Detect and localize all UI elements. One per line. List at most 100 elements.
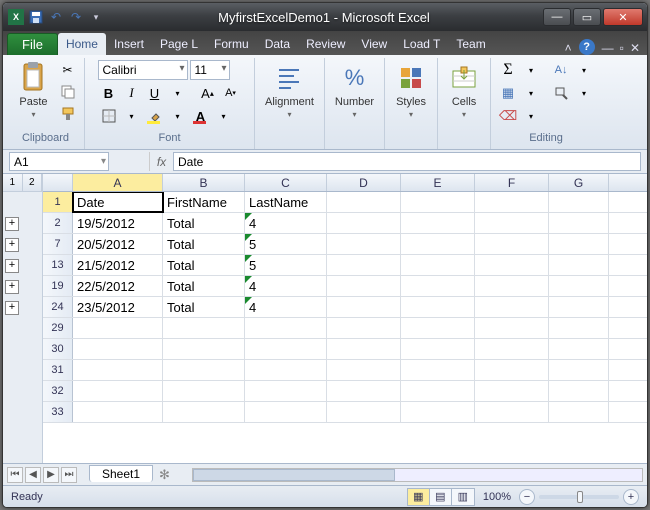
qat-dropdown-icon[interactable]: ▾ xyxy=(87,8,105,26)
fill-dropdown-icon[interactable]: ▾ xyxy=(520,83,542,103)
sort-dropdown-icon[interactable]: ▾ xyxy=(573,60,595,80)
col-header-B[interactable]: B xyxy=(163,174,245,191)
outline-expand-icon[interactable]: + xyxy=(5,259,19,273)
cell[interactable]: Date xyxy=(73,192,163,212)
file-tab[interactable]: File xyxy=(7,33,58,55)
row-header[interactable]: 33 xyxy=(43,402,73,422)
borders-dropdown-icon[interactable]: ▾ xyxy=(121,106,143,126)
cell[interactable]: 4 xyxy=(245,213,327,233)
cell[interactable] xyxy=(327,297,401,317)
row-header[interactable]: 31 xyxy=(43,360,73,380)
fill-color-icon[interactable] xyxy=(144,106,166,126)
tab-review[interactable]: Review xyxy=(298,33,353,55)
cell[interactable] xyxy=(549,234,609,254)
cell[interactable] xyxy=(475,192,549,212)
cell[interactable] xyxy=(73,339,163,359)
find-dropdown-icon[interactable]: ▾ xyxy=(573,83,595,103)
cell[interactable] xyxy=(475,318,549,338)
cells-button[interactable]: Cells ▾ xyxy=(444,60,484,121)
grow-font-icon[interactable]: A▴ xyxy=(197,83,219,103)
page-layout-view-icon[interactable]: ▤ xyxy=(430,489,452,505)
cell[interactable] xyxy=(327,213,401,233)
font-size-combo[interactable]: 11 xyxy=(190,60,230,80)
find-select-icon[interactable] xyxy=(550,83,572,103)
clear-icon[interactable]: ⌫ xyxy=(497,106,519,126)
cell[interactable]: 22/5/2012 xyxy=(73,276,163,296)
cell[interactable] xyxy=(475,234,549,254)
cell[interactable] xyxy=(401,318,475,338)
cell[interactable] xyxy=(327,234,401,254)
col-header-A[interactable]: A xyxy=(73,174,163,191)
italic-button[interactable]: I xyxy=(121,83,143,103)
select-all-corner[interactable] xyxy=(43,174,73,191)
tab-home[interactable]: Home xyxy=(58,33,106,55)
zoom-out-button[interactable]: − xyxy=(519,489,535,505)
underline-dropdown-icon[interactable]: ▾ xyxy=(167,83,189,103)
sheet-nav-next-icon[interactable]: ▶ xyxy=(43,467,59,483)
cell[interactable] xyxy=(245,402,327,422)
alignment-button[interactable]: Alignment ▾ xyxy=(261,60,318,121)
cell[interactable] xyxy=(401,381,475,401)
font-name-combo[interactable]: Calibri xyxy=(98,60,188,80)
new-sheet-icon[interactable]: ✻ xyxy=(159,467,170,483)
mdi-close-icon[interactable]: ✕ xyxy=(627,41,643,55)
cell[interactable] xyxy=(475,360,549,380)
cell[interactable]: Total xyxy=(163,234,245,254)
normal-view-icon[interactable]: ▦ xyxy=(408,489,430,505)
undo-icon[interactable]: ↶ xyxy=(47,8,65,26)
fx-icon[interactable]: fx xyxy=(149,152,173,171)
number-button[interactable]: % Number ▾ xyxy=(331,60,378,121)
borders-icon[interactable] xyxy=(98,106,120,126)
cell[interactable]: Total xyxy=(163,297,245,317)
zoom-in-button[interactable]: + xyxy=(623,489,639,505)
zoom-slider[interactable] xyxy=(539,495,619,499)
row-header[interactable]: 13 xyxy=(43,255,73,275)
mdi-restore-icon[interactable]: ▫ xyxy=(617,41,627,55)
cell[interactable] xyxy=(549,255,609,275)
cell[interactable]: FirstName xyxy=(163,192,245,212)
cell[interactable] xyxy=(401,255,475,275)
outline-level-1[interactable]: 1 xyxy=(3,174,23,191)
formula-input[interactable]: Date xyxy=(173,152,641,171)
cell[interactable] xyxy=(401,192,475,212)
copy-icon[interactable] xyxy=(58,82,78,102)
cell[interactable] xyxy=(401,234,475,254)
cell[interactable] xyxy=(549,192,609,212)
cell[interactable] xyxy=(245,381,327,401)
cell[interactable]: 4 xyxy=(245,297,327,317)
cell[interactable] xyxy=(163,339,245,359)
cell[interactable] xyxy=(163,360,245,380)
row-header[interactable]: 32 xyxy=(43,381,73,401)
cell[interactable] xyxy=(327,402,401,422)
col-header-G[interactable]: G xyxy=(549,174,609,191)
cell[interactable]: 5 xyxy=(245,255,327,275)
horizontal-scrollbar[interactable] xyxy=(192,468,643,482)
page-break-view-icon[interactable]: ▥ xyxy=(452,489,474,505)
redo-icon[interactable]: ↷ xyxy=(67,8,85,26)
cell[interactable] xyxy=(549,318,609,338)
tab-team[interactable]: Team xyxy=(448,33,493,55)
app-icon[interactable]: X xyxy=(7,8,25,26)
maximize-button[interactable]: ▭ xyxy=(573,8,601,26)
cell[interactable] xyxy=(327,381,401,401)
fill-color-dropdown-icon[interactable]: ▾ xyxy=(167,106,189,126)
autosum-icon[interactable]: Σ xyxy=(497,60,519,80)
col-header-C[interactable]: C xyxy=(245,174,327,191)
cell[interactable] xyxy=(401,360,475,380)
cell[interactable] xyxy=(73,402,163,422)
cell[interactable] xyxy=(549,297,609,317)
font-color-dropdown-icon[interactable]: ▾ xyxy=(213,106,235,126)
cell[interactable] xyxy=(163,381,245,401)
col-header-E[interactable]: E xyxy=(401,174,475,191)
row-header[interactable]: 7 xyxy=(43,234,73,254)
col-header-F[interactable]: F xyxy=(475,174,549,191)
underline-button[interactable]: U xyxy=(144,83,166,103)
save-icon[interactable] xyxy=(27,8,45,26)
cell[interactable] xyxy=(163,402,245,422)
paste-button[interactable]: Paste ▾ xyxy=(14,60,54,121)
cell[interactable] xyxy=(549,360,609,380)
cell[interactable] xyxy=(73,381,163,401)
sheet-nav-first-icon[interactable]: ⏮ xyxy=(7,467,23,483)
tab-load-test[interactable]: Load T xyxy=(395,33,448,55)
cell[interactable] xyxy=(549,276,609,296)
